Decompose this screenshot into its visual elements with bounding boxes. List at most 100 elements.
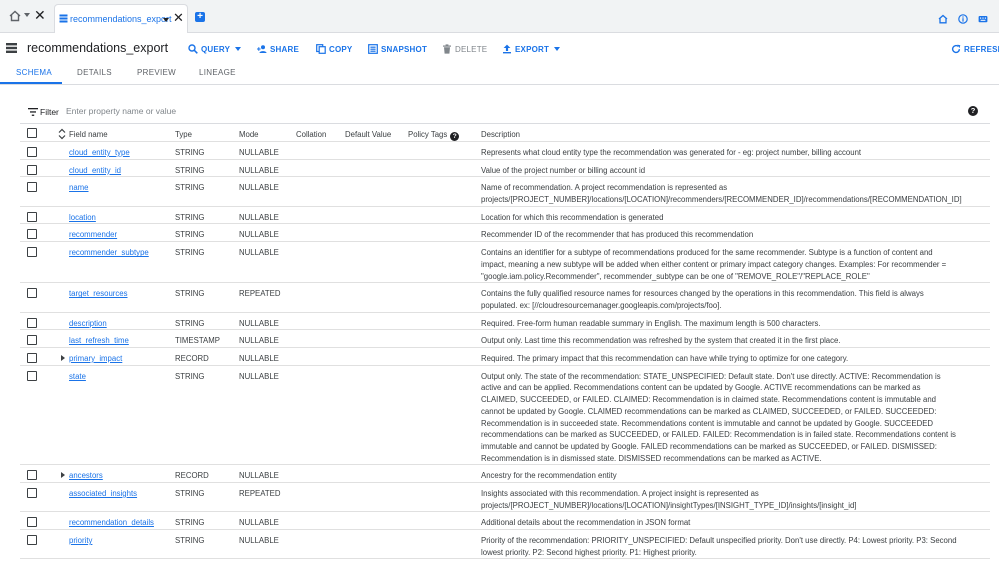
row-checkbox[interactable] (27, 164, 37, 175)
query-button[interactable]: QUERY (188, 42, 242, 56)
field-name-link[interactable]: name (69, 182, 89, 194)
tab-schema[interactable]: SCHEMA (16, 68, 52, 77)
row-checkbox[interactable] (27, 335, 37, 346)
field-type: STRING (175, 165, 205, 175)
row-checkbox[interactable] (27, 247, 37, 258)
field-mode: NULLABLE (239, 183, 279, 193)
table-row[interactable]: state STRING NULLABLE Output only. The stat… (20, 366, 990, 466)
expand-arrow-icon[interactable] (61, 355, 65, 361)
field-name-link[interactable]: priority (69, 535, 92, 547)
table-row[interactable]: ancestors RECORD NULLABLE Ancestry for the … (20, 465, 990, 483)
row-checkbox[interactable] (27, 370, 37, 381)
field-type: STRING (175, 318, 205, 328)
header-description: Description (481, 130, 520, 139)
field-mode: NULLABLE (239, 471, 279, 481)
field-type: STRING (175, 518, 205, 528)
copy-button[interactable]: COPY (316, 42, 352, 56)
select-all-checkbox[interactable] (27, 128, 37, 138)
header-field-name[interactable]: Field name (69, 129, 108, 141)
table-row[interactable]: name STRING NULLABLE Name of recommendation… (20, 177, 990, 207)
sort-icon[interactable] (58, 128, 66, 140)
share-button[interactable]: SHARE (257, 42, 299, 56)
row-checkbox[interactable] (27, 229, 37, 240)
field-description: Insights associated with this recommenda… (481, 488, 857, 510)
field-name-link[interactable]: cloud_entity_id (69, 165, 121, 177)
field-name-link[interactable]: cloud_entity_type (69, 147, 130, 159)
row-checkbox[interactable] (27, 487, 37, 498)
row-checkbox[interactable] (27, 211, 37, 222)
field-description: Additional details about the recommendat… (481, 518, 691, 528)
chevron-down-icon[interactable] (24, 13, 30, 17)
filter-input[interactable] (66, 103, 466, 119)
home-icon[interactable] (938, 14, 948, 24)
field-name-link[interactable]: primary_impact (69, 353, 122, 365)
field-name-link[interactable]: associated_insights (69, 488, 137, 500)
row-checkbox[interactable] (27, 535, 37, 546)
page-title: recommendations_export (27, 41, 169, 55)
field-type: STRING (175, 248, 205, 258)
row-checkbox[interactable] (27, 470, 37, 481)
row-checkbox[interactable] (27, 147, 37, 157)
export-button[interactable]: EXPORT (502, 42, 561, 56)
field-name-link[interactable]: ancestors (69, 470, 103, 482)
field-description: Name of recommendation. A project recomm… (481, 183, 962, 205)
table-row[interactable]: location STRING NULLABLE Location for which… (20, 207, 990, 225)
chevron-down-icon (235, 47, 242, 51)
field-mode: NULLABLE (239, 336, 279, 346)
row-checkbox[interactable] (27, 182, 37, 193)
close-tab-icon[interactable]: ✕ (173, 11, 184, 24)
table-row[interactable]: associated_insights STRING REPEATED Insight… (20, 483, 990, 513)
field-type: RECORD (175, 471, 209, 481)
field-description: Recommender ID of the recommender that h… (481, 230, 754, 240)
field-name-link[interactable]: target_resources (69, 288, 128, 300)
table-row[interactable]: target_resources STRING REPEATED Contains t… (20, 283, 990, 313)
row-checkbox[interactable] (27, 353, 37, 363)
field-type: STRING (175, 488, 205, 498)
field-mode: REPEATED (239, 289, 281, 299)
snapshot-button[interactable]: SNAPSHOT (368, 42, 427, 56)
tab-recommendations-export[interactable]: recommendations_export ✕ (54, 4, 188, 33)
table-row[interactable]: primary_impact RECORD NULLABLE Required. Th… (20, 348, 990, 366)
table-row[interactable]: description STRING NULLABLE Required. Free-… (20, 313, 990, 331)
field-name-link[interactable]: last_refresh_time (69, 335, 129, 347)
field-name-link[interactable]: location (69, 212, 96, 224)
field-name-link[interactable]: recommendation_details (69, 517, 154, 529)
help-icon[interactable]: ? (968, 106, 978, 116)
table-row[interactable]: last_refresh_time TIMESTAMP NULLABLE Output… (20, 330, 990, 348)
row-checkbox[interactable] (27, 317, 37, 328)
home-icon[interactable] (8, 9, 22, 23)
table-row[interactable]: recommender STRING NULLABLE Recommender ID … (20, 224, 990, 243)
field-description: Required. Free-form human readable summa… (481, 318, 821, 328)
delete-button[interactable]: DELETE (442, 42, 487, 56)
help-icon[interactable]: ? (450, 132, 460, 141)
tab-preview[interactable]: PREVIEW (137, 68, 176, 77)
table-row[interactable]: cloud_entity_type STRING NULLABLE Represent… (20, 142, 990, 160)
close-icon[interactable]: ✕ (34, 8, 46, 22)
table-row[interactable]: cloud_entity_id STRING NULLABLE Value of th… (20, 160, 990, 178)
row-checkbox[interactable] (27, 517, 37, 528)
tab-bar: ✕ recommendations_export ✕ + (0, 0, 999, 33)
table-row[interactable]: recommendation_details STRING NULLABLE Addi… (20, 512, 990, 531)
field-name-link[interactable]: state (69, 371, 86, 383)
add-tab-icon[interactable]: + (195, 12, 205, 22)
filter-icon[interactable] (28, 108, 38, 116)
chevron-down-icon[interactable] (163, 18, 169, 22)
tab-details[interactable]: DETAILS (77, 68, 112, 77)
refresh-button[interactable]: REFRESH (951, 42, 999, 56)
tab-lineage[interactable]: LINEAGE (199, 68, 236, 77)
upload-icon (503, 44, 511, 54)
info-icon[interactable] (958, 14, 968, 24)
field-type: STRING (175, 230, 205, 240)
row-checkbox[interactable] (27, 288, 37, 299)
field-name-link[interactable]: description (69, 318, 107, 330)
schema-table: Field name Type Mode Collation Default V… (20, 124, 990, 560)
snapshot-icon (368, 44, 378, 54)
keyboard-icon[interactable] (978, 14, 988, 24)
table-row[interactable]: priority STRING NULLABLE Priority of the re… (20, 530, 990, 560)
table-row[interactable]: recommender_subtype STRING NULLABLE Contain… (20, 242, 990, 284)
expand-arrow-icon[interactable] (61, 472, 65, 479)
filter-bar: Filter ? (20, 100, 990, 124)
field-name-link[interactable]: recommender (69, 229, 117, 241)
field-mode: NULLABLE (239, 230, 279, 240)
field-name-link[interactable]: recommender_subtype (69, 247, 149, 259)
